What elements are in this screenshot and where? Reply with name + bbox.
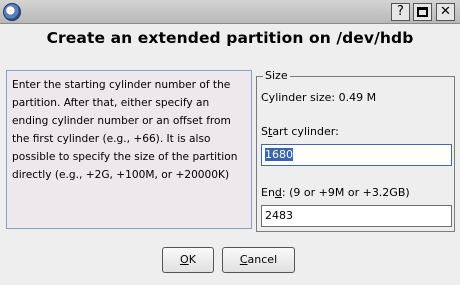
cancel-button[interactable]: Cancel [222, 247, 295, 273]
cylinder-size-label: Cylinder size: 0.49 M [261, 91, 377, 104]
dialog-heading: Create an extended partition on /dev/hdb [46, 29, 414, 47]
app-icon[interactable] [3, 3, 21, 21]
maximize-icon [417, 7, 428, 17]
title-bar[interactable]: ? ✕ [0, 0, 460, 24]
start-cylinder-input[interactable]: 1680 [261, 144, 452, 166]
end-cylinder-label: End: (9 or +9M or +3.2GB) [261, 186, 410, 199]
help-button[interactable]: ? [391, 3, 410, 21]
close-button[interactable]: ✕ [436, 3, 455, 21]
ok-button[interactable]: OK [162, 247, 214, 273]
start-cylinder-label: Start cylinder: [261, 125, 339, 138]
instructions-text: Enter the starting cylinder number of th… [6, 70, 252, 229]
end-cylinder-input[interactable]: 2483 [261, 205, 452, 227]
maximize-button[interactable] [413, 3, 432, 21]
size-group: Size Cylinder size: 0.49 M Start cylinde… [256, 69, 455, 232]
start-cylinder-value: 1680 [265, 148, 293, 161]
size-group-title: Size [263, 69, 290, 82]
